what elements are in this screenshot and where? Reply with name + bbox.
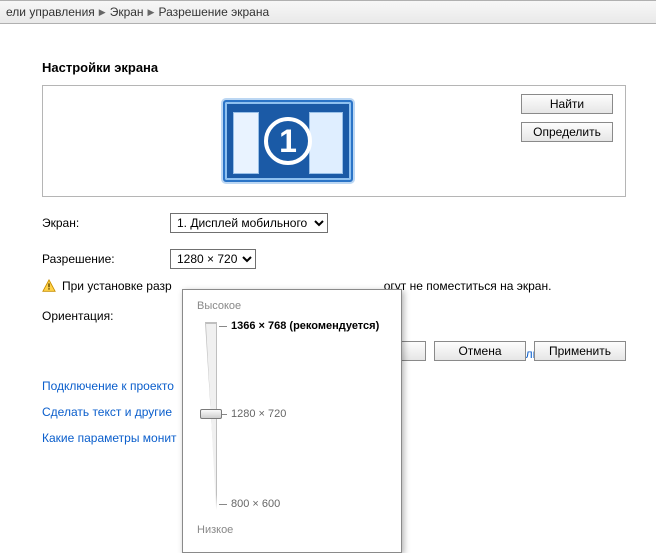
resolution-label: Разрешение: xyxy=(42,252,170,266)
screen-select[interactable]: 1. Дисплей мобильного ПК xyxy=(170,213,328,233)
detect-button[interactable]: Определить xyxy=(521,122,613,142)
slider-option-low[interactable]: 800 × 600 xyxy=(231,498,280,510)
resolution-select[interactable]: 1280 × 720 xyxy=(170,249,256,269)
slider-option-recommended[interactable]: 1366 × 768 (рекомендуется) xyxy=(231,320,379,332)
breadcrumb-item[interactable]: ели управления xyxy=(6,5,95,19)
monitor-number: 1 xyxy=(264,117,312,165)
breadcrumb-item[interactable]: Разрешение экрана xyxy=(158,5,269,19)
screen-label: Экран: xyxy=(42,216,170,230)
resolution-slider[interactable]: 1366 × 768 (рекомендуется) 1280 × 720 80… xyxy=(197,318,387,518)
warning-text-post: огут не поместиться на экран. xyxy=(384,279,552,293)
display-preview: 1 Найти Определить xyxy=(42,85,626,197)
slider-option-mid[interactable]: 1280 × 720 xyxy=(231,408,286,420)
chevron-right-icon: ▶ xyxy=(148,7,155,18)
chevron-right-icon: ▶ xyxy=(99,7,106,18)
slider-low-label: Низкое xyxy=(197,524,387,536)
slider-high-label: Высокое xyxy=(197,300,387,312)
apply-button[interactable]: Применить xyxy=(534,341,626,361)
monitor-thumbnail[interactable]: 1 xyxy=(223,100,353,182)
warning-icon xyxy=(42,279,56,293)
page-title: Настройки экрана xyxy=(42,60,626,75)
slider-thumb[interactable] xyxy=(200,409,222,419)
find-button[interactable]: Найти xyxy=(521,94,613,114)
breadcrumb: ели управления ▶ Экран ▶ Разрешение экра… xyxy=(0,0,656,24)
warning-text-pre: При установке разр xyxy=(62,279,172,293)
orientation-label: Ориентация: xyxy=(42,309,170,323)
cancel-button[interactable]: Отмена xyxy=(434,341,526,361)
resolution-slider-popup: Высокое 1366 × 768 (рекомендуется) 1280 … xyxy=(182,289,402,553)
slider-tick xyxy=(219,504,227,505)
breadcrumb-item[interactable]: Экран xyxy=(110,5,144,19)
slider-tick xyxy=(219,326,227,327)
